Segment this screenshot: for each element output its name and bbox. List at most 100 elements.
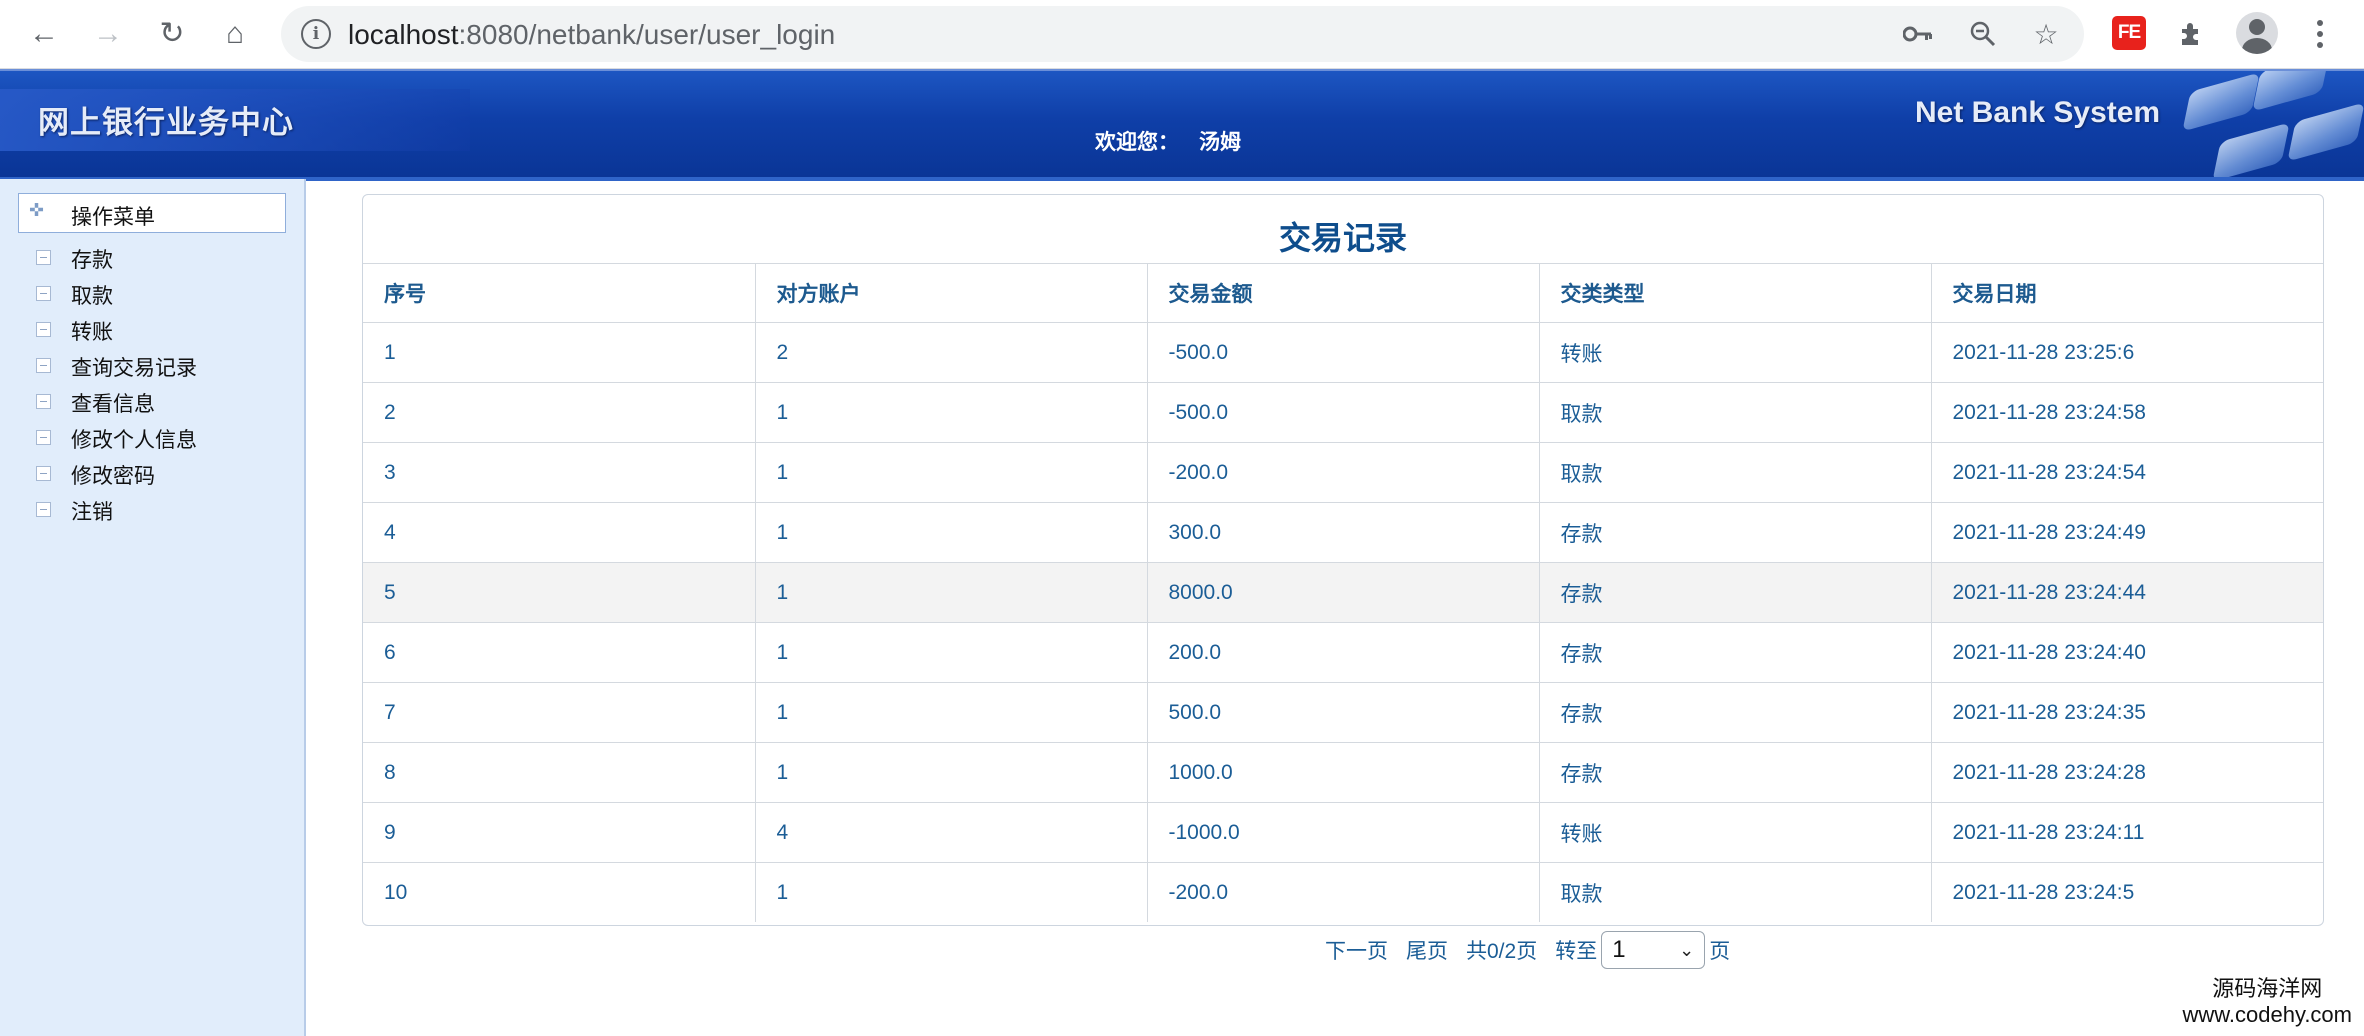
table-row: 1 2 -500.0 转账 2021-11-28 23:25:6 <box>363 322 2323 383</box>
tree-node-icon <box>36 394 51 409</box>
cell-type: 存款 <box>1538 742 1931 803</box>
tree-node-icon <box>36 358 51 373</box>
sidebar-item-withdraw[interactable]: 取款 <box>0 278 300 312</box>
goto-label: 转至 <box>1555 940 1598 963</box>
cell-type: 取款 <box>1538 382 1931 443</box>
sidebar-item-label[interactable]: 查询交易记录 <box>71 352 197 382</box>
cell-date: 2021-11-28 23:24:58 <box>1930 382 2323 443</box>
username: 汤姆 <box>1199 131 1241 154</box>
page-suffix: 页 <box>1709 940 1731 963</box>
table-row: 6 1 200.0 存款 2021-11-28 23:24:40 <box>363 622 2323 683</box>
sidebar-item-label[interactable]: 取款 <box>71 280 113 310</box>
url-host: localhost <box>348 19 459 50</box>
sidebar-header[interactable]: ✜ 操作菜单 <box>18 193 286 233</box>
cell-counterparty: 1 <box>754 502 1147 563</box>
last-page-link[interactable]: 尾页 <box>1406 935 1448 965</box>
welcome-label: 欢迎您： <box>1095 131 1179 154</box>
sidebar-item-label[interactable]: 注销 <box>71 496 113 526</box>
cell-date: 2021-11-28 23:24:49 <box>1930 502 2323 563</box>
sidebar-item-edit-profile[interactable]: 修改个人信息 <box>0 422 300 456</box>
cell-amount: -1000.0 <box>1146 802 1539 863</box>
cell-amount: 1000.0 <box>1146 742 1539 803</box>
cell-amount: 300.0 <box>1146 502 1539 563</box>
sidebar-item-label[interactable]: 存款 <box>71 244 113 274</box>
sidebar-item-deposit[interactable]: 存款 <box>0 242 300 276</box>
sidebar-item-change-password[interactable]: 修改密码 <box>0 458 300 492</box>
key-icon[interactable] <box>1898 14 1938 54</box>
cell-seq: 10 <box>363 862 755 922</box>
cell-counterparty: 4 <box>754 802 1147 863</box>
page-select-value: 1 <box>1612 936 1626 963</box>
sidebar-item-query-records[interactable]: 查询交易记录 <box>0 350 300 384</box>
tree-node-icon <box>36 250 51 265</box>
column-header: 对方账户 <box>754 263 1147 323</box>
cell-counterparty: 1 <box>754 562 1147 623</box>
cell-date: 2021-11-28 23:24:54 <box>1930 442 2323 503</box>
sidebar-item-label[interactable]: 转账 <box>71 316 113 346</box>
cell-date: 2021-11-28 23:24:35 <box>1930 682 2323 743</box>
address-bar[interactable]: i localhost:8080/netbank/user/user_login… <box>281 6 2084 62</box>
cell-amount: -200.0 <box>1146 862 1539 922</box>
reload-icon[interactable]: ↻ <box>150 12 194 56</box>
zoom-out-icon[interactable] <box>1963 14 2003 54</box>
cell-counterparty: 1 <box>754 862 1147 922</box>
cell-type: 转账 <box>1538 802 1931 863</box>
more-menu-icon[interactable] <box>2308 12 2332 56</box>
star-bookmark-icon[interactable]: ☆ <box>2026 14 2066 54</box>
cell-amount: 500.0 <box>1146 682 1539 743</box>
tree-node-icon <box>36 322 51 337</box>
table-row: 10 1 -200.0 取款 2021-11-28 23:24:5 <box>363 862 2323 922</box>
cell-amount: 200.0 <box>1146 622 1539 683</box>
cell-seq: 3 <box>363 442 755 503</box>
sidebar-item-view-info[interactable]: 查看信息 <box>0 386 300 420</box>
records-table: 序号 对方账户 交易金额 交类类型 交易日期 1 2 -500.0 转账 2021-11… <box>363 263 2323 922</box>
watermark: 源码海洋网 www.codehy.com <box>2182 976 2352 1028</box>
cell-seq: 9 <box>363 802 755 863</box>
fe-extension-icon[interactable]: FE <box>2112 16 2146 50</box>
cell-date: 2021-11-28 23:24:11 <box>1930 802 2323 863</box>
banner-title: 网上银行业务中心 <box>38 105 294 141</box>
table-header-row: 序号 对方账户 交易金额 交类类型 交易日期 <box>363 263 2323 323</box>
back-arrow-icon[interactable]: ← <box>22 12 66 56</box>
next-page-link[interactable]: 下一页 <box>1325 935 1388 965</box>
cell-seq: 4 <box>363 502 755 563</box>
table-row: 9 4 -1000.0 转账 2021-11-28 23:24:11 <box>363 802 2323 863</box>
page-count: 共0/2页 <box>1466 940 1538 963</box>
table-row: 2 1 -500.0 取款 2021-11-28 23:24:58 <box>363 382 2323 443</box>
cell-amount: -200.0 <box>1146 442 1539 503</box>
watermark-line2: www.codehy.com <box>2182 1002 2352 1027</box>
forward-arrow-icon[interactable]: → <box>86 12 130 56</box>
cell-type: 取款 <box>1538 442 1931 503</box>
sidebar-item-logout[interactable]: 注销 <box>0 494 300 528</box>
cell-seq: 1 <box>363 322 755 383</box>
column-header: 交类类型 <box>1538 263 1931 323</box>
page-select[interactable]: 1 ⌄ <box>1601 931 1706 969</box>
sidebar-menu: ✜ 操作菜单 存款 取款 转账 查询交易记录 查看信息 修改个人信息 修改密码 … <box>0 179 306 1036</box>
url-text[interactable]: localhost:8080/netbank/user/user_login <box>348 19 835 51</box>
profile-avatar-icon[interactable] <box>2236 12 2278 54</box>
watermark-line1: 源码海洋网 <box>2212 976 2323 1001</box>
table-row: 3 1 -200.0 取款 2021-11-28 23:24:54 <box>363 442 2323 503</box>
cell-date: 2021-11-28 23:24:40 <box>1930 622 2323 683</box>
table-row: 4 1 300.0 存款 2021-11-28 23:24:49 <box>363 502 2323 563</box>
puzzle-extensions-icon[interactable] <box>2170 12 2214 56</box>
site-info-icon[interactable]: i <box>301 19 331 49</box>
url-path: :8080/netbank/user/user_login <box>458 19 836 50</box>
home-icon[interactable]: ⌂ <box>213 12 257 56</box>
sidebar-item-label[interactable]: 修改密码 <box>71 460 155 490</box>
tree-node-icon <box>36 286 51 301</box>
cell-seq: 6 <box>363 622 755 683</box>
cell-counterparty: 1 <box>754 442 1147 503</box>
cell-type: 存款 <box>1538 622 1931 683</box>
cell-type: 存款 <box>1538 682 1931 743</box>
cell-counterparty: 1 <box>754 382 1147 443</box>
table-row: 7 1 500.0 存款 2021-11-28 23:24:35 <box>363 682 2323 743</box>
sidebar-item-transfer[interactable]: 转账 <box>0 314 300 348</box>
tree-node-icon <box>36 502 51 517</box>
cell-counterparty: 2 <box>754 322 1147 383</box>
keyboard-graphic-icon <box>2150 71 2364 177</box>
sidebar-item-label[interactable]: 修改个人信息 <box>71 424 197 454</box>
sidebar-item-label[interactable]: 查看信息 <box>71 388 155 418</box>
column-header: 序号 <box>363 263 755 323</box>
cell-seq: 5 <box>363 562 755 623</box>
